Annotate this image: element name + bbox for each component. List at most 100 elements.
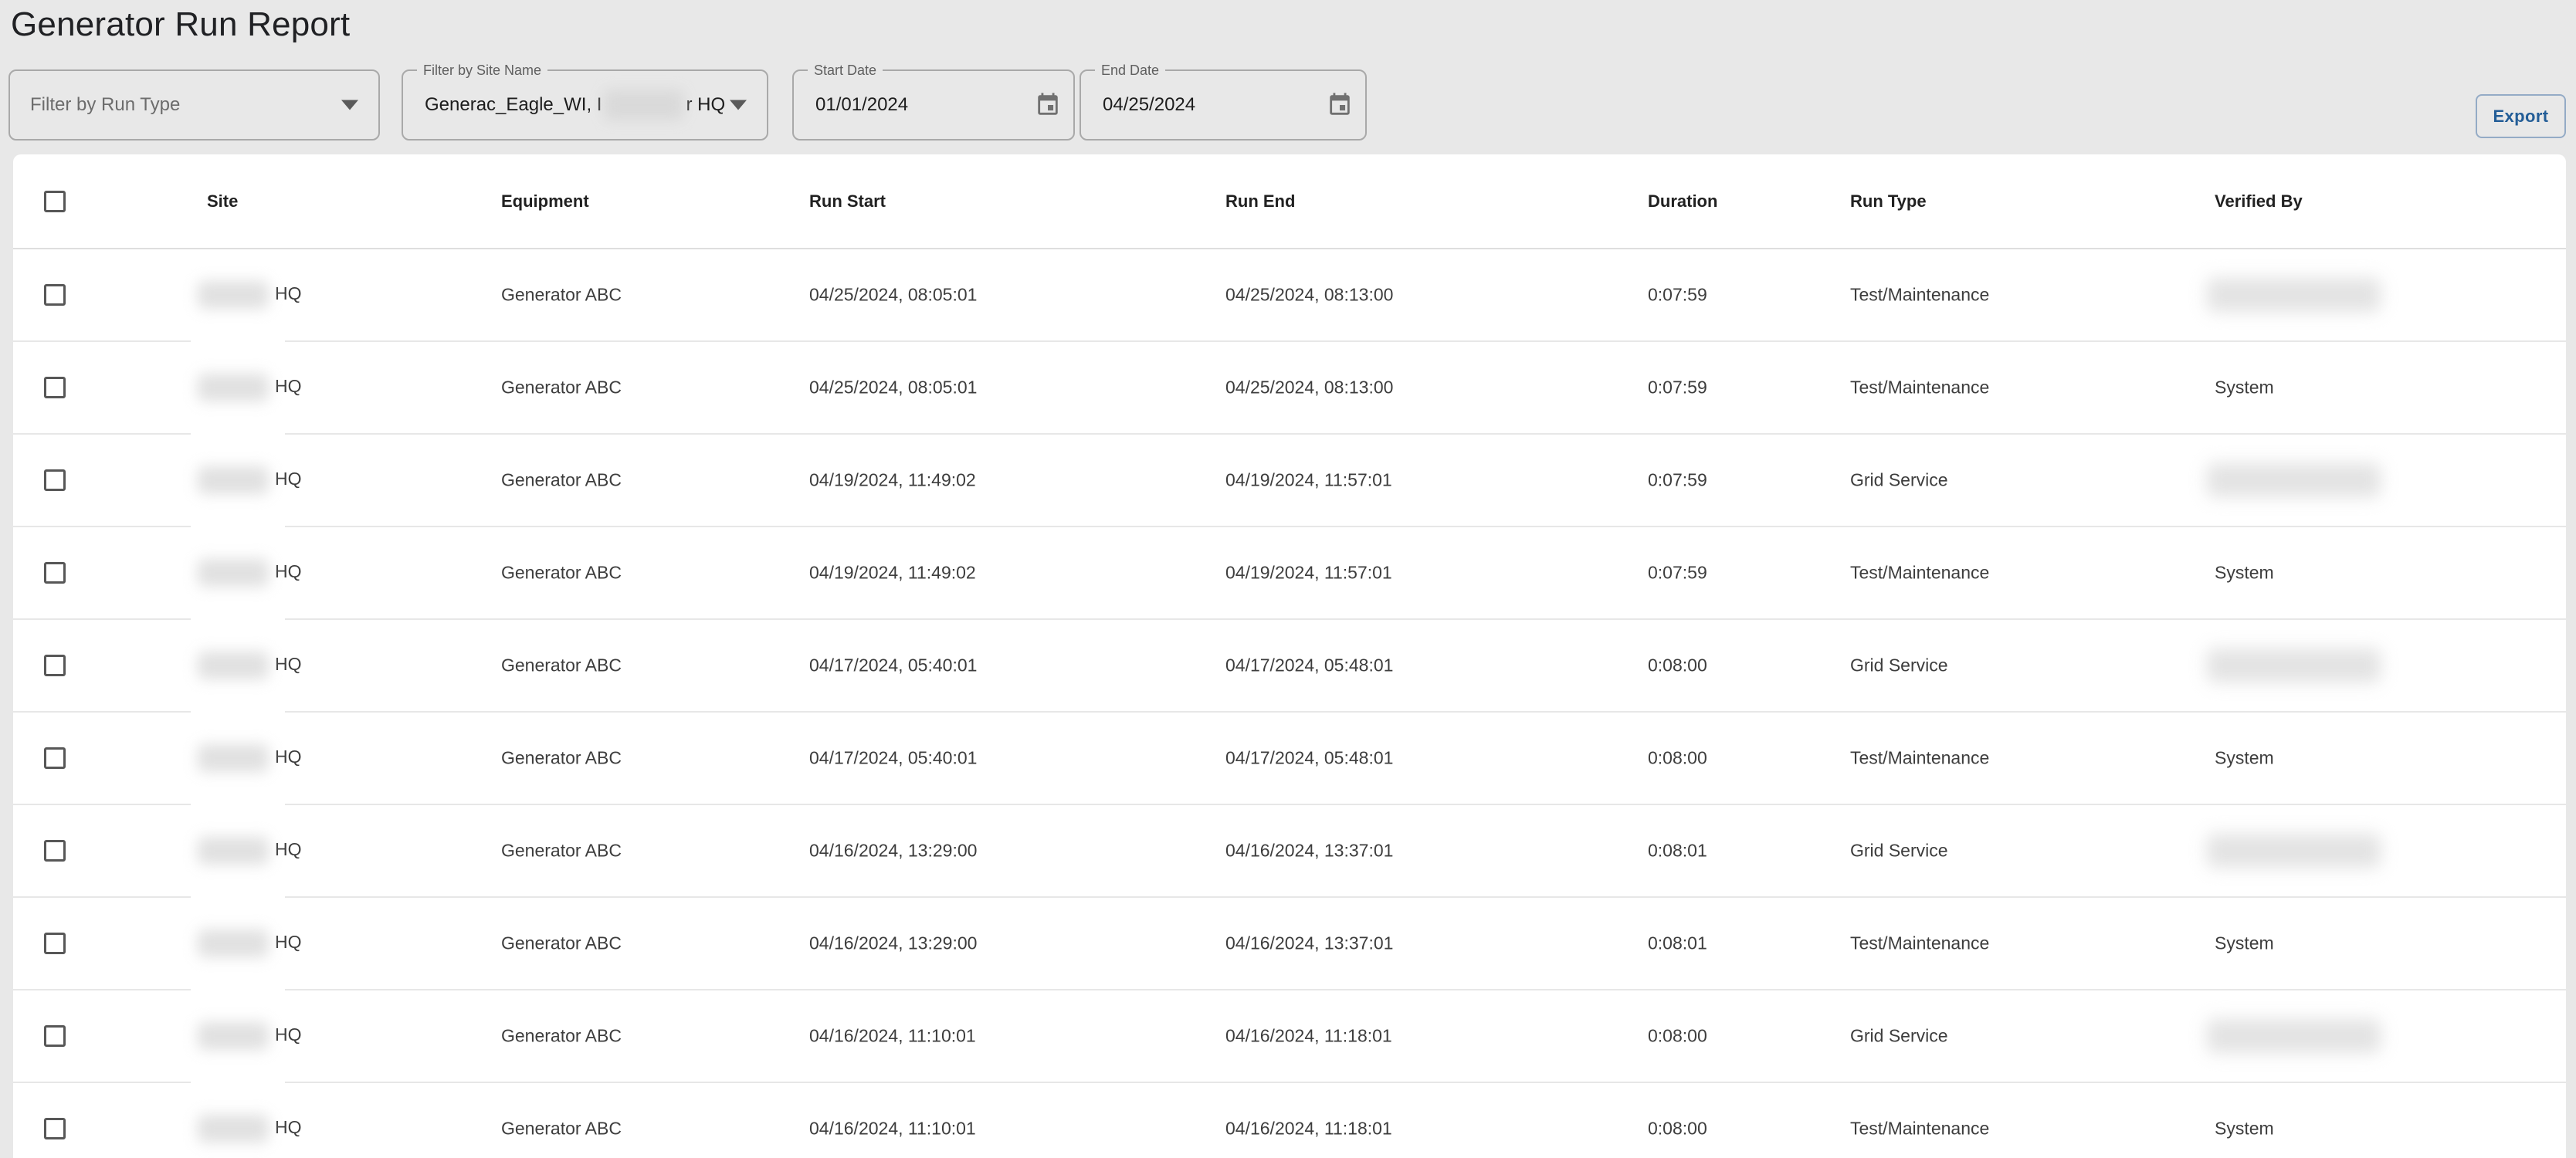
cell-duration: 0:07:59 bbox=[1648, 378, 1707, 398]
cell-verified-by: System bbox=[2215, 1119, 2274, 1139]
row-checkbox[interactable] bbox=[44, 933, 66, 954]
cell-duration: 0:08:01 bbox=[1648, 841, 1707, 862]
select-all-checkbox[interactable] bbox=[44, 191, 66, 212]
cell-run-start: 04/17/2024, 05:40:01 bbox=[809, 748, 977, 769]
table-body: HQ Generator ABC 04/25/2024, 08:05:01 04/25… bbox=[13, 249, 2566, 1158]
calendar-icon[interactable] bbox=[1035, 92, 1061, 118]
cell-run-type: Test/Maintenance bbox=[1850, 1119, 1989, 1139]
row-checkbox[interactable] bbox=[44, 469, 66, 491]
cell-run-start: 04/16/2024, 13:29:00 bbox=[809, 933, 977, 954]
table-row: HQ Generator ABC 04/25/2024, 08:05:01 04/25… bbox=[13, 342, 2566, 435]
redacted-name bbox=[2207, 648, 2381, 682]
cell-run-type: Test/Maintenance bbox=[1850, 748, 1989, 769]
cell-duration: 0:07:59 bbox=[1648, 470, 1707, 491]
redacted-name bbox=[2207, 1019, 2381, 1053]
cell-run-type: Grid Service bbox=[1850, 1026, 1948, 1047]
redacted-site-text bbox=[198, 1022, 269, 1050]
row-checkbox[interactable] bbox=[44, 840, 66, 862]
cell-run-end: 04/17/2024, 05:48:01 bbox=[1225, 655, 1393, 676]
column-header-run-type: Run Type bbox=[1850, 191, 1927, 212]
cell-run-start: 04/17/2024, 05:40:01 bbox=[809, 655, 977, 676]
cell-duration: 0:08:00 bbox=[1648, 748, 1707, 769]
redacted-site-text bbox=[198, 559, 269, 587]
redacted-name bbox=[2207, 834, 2381, 868]
cell-site: HQ bbox=[207, 466, 302, 494]
table-row: HQ Generator ABC 04/16/2024, 13:29:00 04/16… bbox=[13, 805, 2566, 898]
redacted-site-text bbox=[198, 281, 269, 309]
export-button[interactable]: Export bbox=[2476, 94, 2566, 138]
cell-verified-by bbox=[2215, 648, 2381, 682]
column-header-equipment: Equipment bbox=[501, 191, 589, 212]
redacted-name bbox=[2207, 463, 2381, 497]
row-checkbox[interactable] bbox=[44, 1025, 66, 1047]
cell-run-type: Grid Service bbox=[1850, 841, 1948, 862]
cell-verified-by: System bbox=[2215, 378, 2274, 398]
cell-run-start: 04/19/2024, 11:49:02 bbox=[809, 470, 976, 491]
column-header-duration: Duration bbox=[1648, 191, 1717, 212]
cell-run-start: 04/16/2024, 13:29:00 bbox=[809, 841, 977, 862]
cell-site: HQ bbox=[207, 744, 302, 772]
row-checkbox[interactable] bbox=[44, 562, 66, 584]
chevron-down-icon bbox=[341, 100, 358, 110]
cell-verified-by: System bbox=[2215, 933, 2274, 954]
site-name-visible: HQ bbox=[275, 376, 302, 396]
row-checkbox[interactable] bbox=[44, 377, 66, 398]
row-checkbox[interactable] bbox=[44, 284, 66, 306]
page-title: Generator Run Report bbox=[11, 3, 350, 46]
table-header-row: Site Equipment Run Start Run End Duratio… bbox=[13, 154, 2566, 249]
column-header-verified-by: Verified By bbox=[2215, 191, 2303, 212]
calendar-icon[interactable] bbox=[1327, 92, 1353, 118]
cell-run-type: Grid Service bbox=[1850, 470, 1948, 491]
cell-run-start: 04/25/2024, 08:05:01 bbox=[809, 378, 977, 398]
cell-equipment: Generator ABC bbox=[501, 378, 622, 398]
redacted-site-name-text bbox=[603, 90, 684, 120]
site-name-visible: HQ bbox=[275, 747, 302, 767]
cell-verified-by bbox=[2215, 463, 2381, 497]
site-name-visible: HQ bbox=[275, 283, 302, 303]
run-type-filter-select[interactable]: Filter by Run Type bbox=[8, 69, 380, 141]
cell-duration: 0:08:00 bbox=[1648, 1026, 1707, 1047]
site-name-filter-select[interactable]: Filter by Site Name Generac_Eagle_WI, I … bbox=[402, 69, 768, 141]
cell-duration: 0:08:00 bbox=[1648, 655, 1707, 676]
cell-site: HQ bbox=[207, 281, 302, 309]
column-header-run-start: Run Start bbox=[809, 191, 886, 212]
end-date-value: 04/25/2024 bbox=[1103, 94, 1195, 116]
cell-verified-by bbox=[2215, 1019, 2381, 1053]
row-checkbox[interactable] bbox=[44, 1118, 66, 1139]
cell-equipment: Generator ABC bbox=[501, 285, 622, 306]
table-row: HQGenerator ABC04/19/2024, 11:49:0204/19… bbox=[13, 527, 2566, 620]
site-name-visible: HQ bbox=[275, 654, 302, 674]
cell-duration: 0:08:01 bbox=[1648, 933, 1707, 954]
redacted-site-text bbox=[198, 744, 269, 772]
chevron-down-icon bbox=[730, 100, 747, 110]
cell-run-end: 04/25/2024, 08:13:00 bbox=[1225, 378, 1393, 398]
site-name-value-prefix: Generac_Eagle_WI, I bbox=[425, 94, 602, 116]
cell-run-type: Test/Maintenance bbox=[1850, 378, 1989, 398]
cell-site: HQ bbox=[207, 837, 302, 865]
run-type-placeholder: Filter by Run Type bbox=[30, 94, 180, 116]
cell-run-end: 04/19/2024, 11:57:01 bbox=[1225, 470, 1392, 491]
cell-run-end: 04/16/2024, 13:37:01 bbox=[1225, 933, 1393, 954]
cell-run-end: 04/16/2024, 11:18:01 bbox=[1225, 1119, 1392, 1139]
cell-site: HQ bbox=[207, 374, 302, 401]
cell-site: HQ bbox=[207, 929, 302, 957]
cell-verified-by: System bbox=[2215, 748, 2274, 769]
cell-verified-by bbox=[2215, 278, 2381, 312]
site-name-filter-value: Generac_Eagle_WI, I r HQ bbox=[425, 90, 725, 120]
table-row: HQ Generator ABC 04/17/2024, 05:40:01 04/17… bbox=[13, 620, 2566, 713]
column-header-site: Site bbox=[207, 191, 238, 212]
row-checkbox[interactable] bbox=[44, 655, 66, 676]
cell-equipment: Generator ABC bbox=[501, 841, 622, 862]
row-checkbox[interactable] bbox=[44, 747, 66, 769]
start-date-value: 01/01/2024 bbox=[815, 94, 908, 116]
start-date-field[interactable]: Start Date 01/01/2024 bbox=[792, 69, 1075, 141]
end-date-label: End Date bbox=[1095, 61, 1165, 80]
cell-run-end: 04/19/2024, 11:57:01 bbox=[1225, 563, 1392, 584]
cell-run-end: 04/16/2024, 13:37:01 bbox=[1225, 841, 1393, 862]
cell-verified-by: System bbox=[2215, 563, 2274, 584]
cell-equipment: Generator ABC bbox=[501, 655, 622, 676]
cell-equipment: Generator ABC bbox=[501, 563, 622, 584]
redacted-site-text bbox=[198, 1115, 269, 1143]
end-date-field[interactable]: End Date 04/25/2024 bbox=[1080, 69, 1367, 141]
cell-run-type: Test/Maintenance bbox=[1850, 285, 1989, 306]
